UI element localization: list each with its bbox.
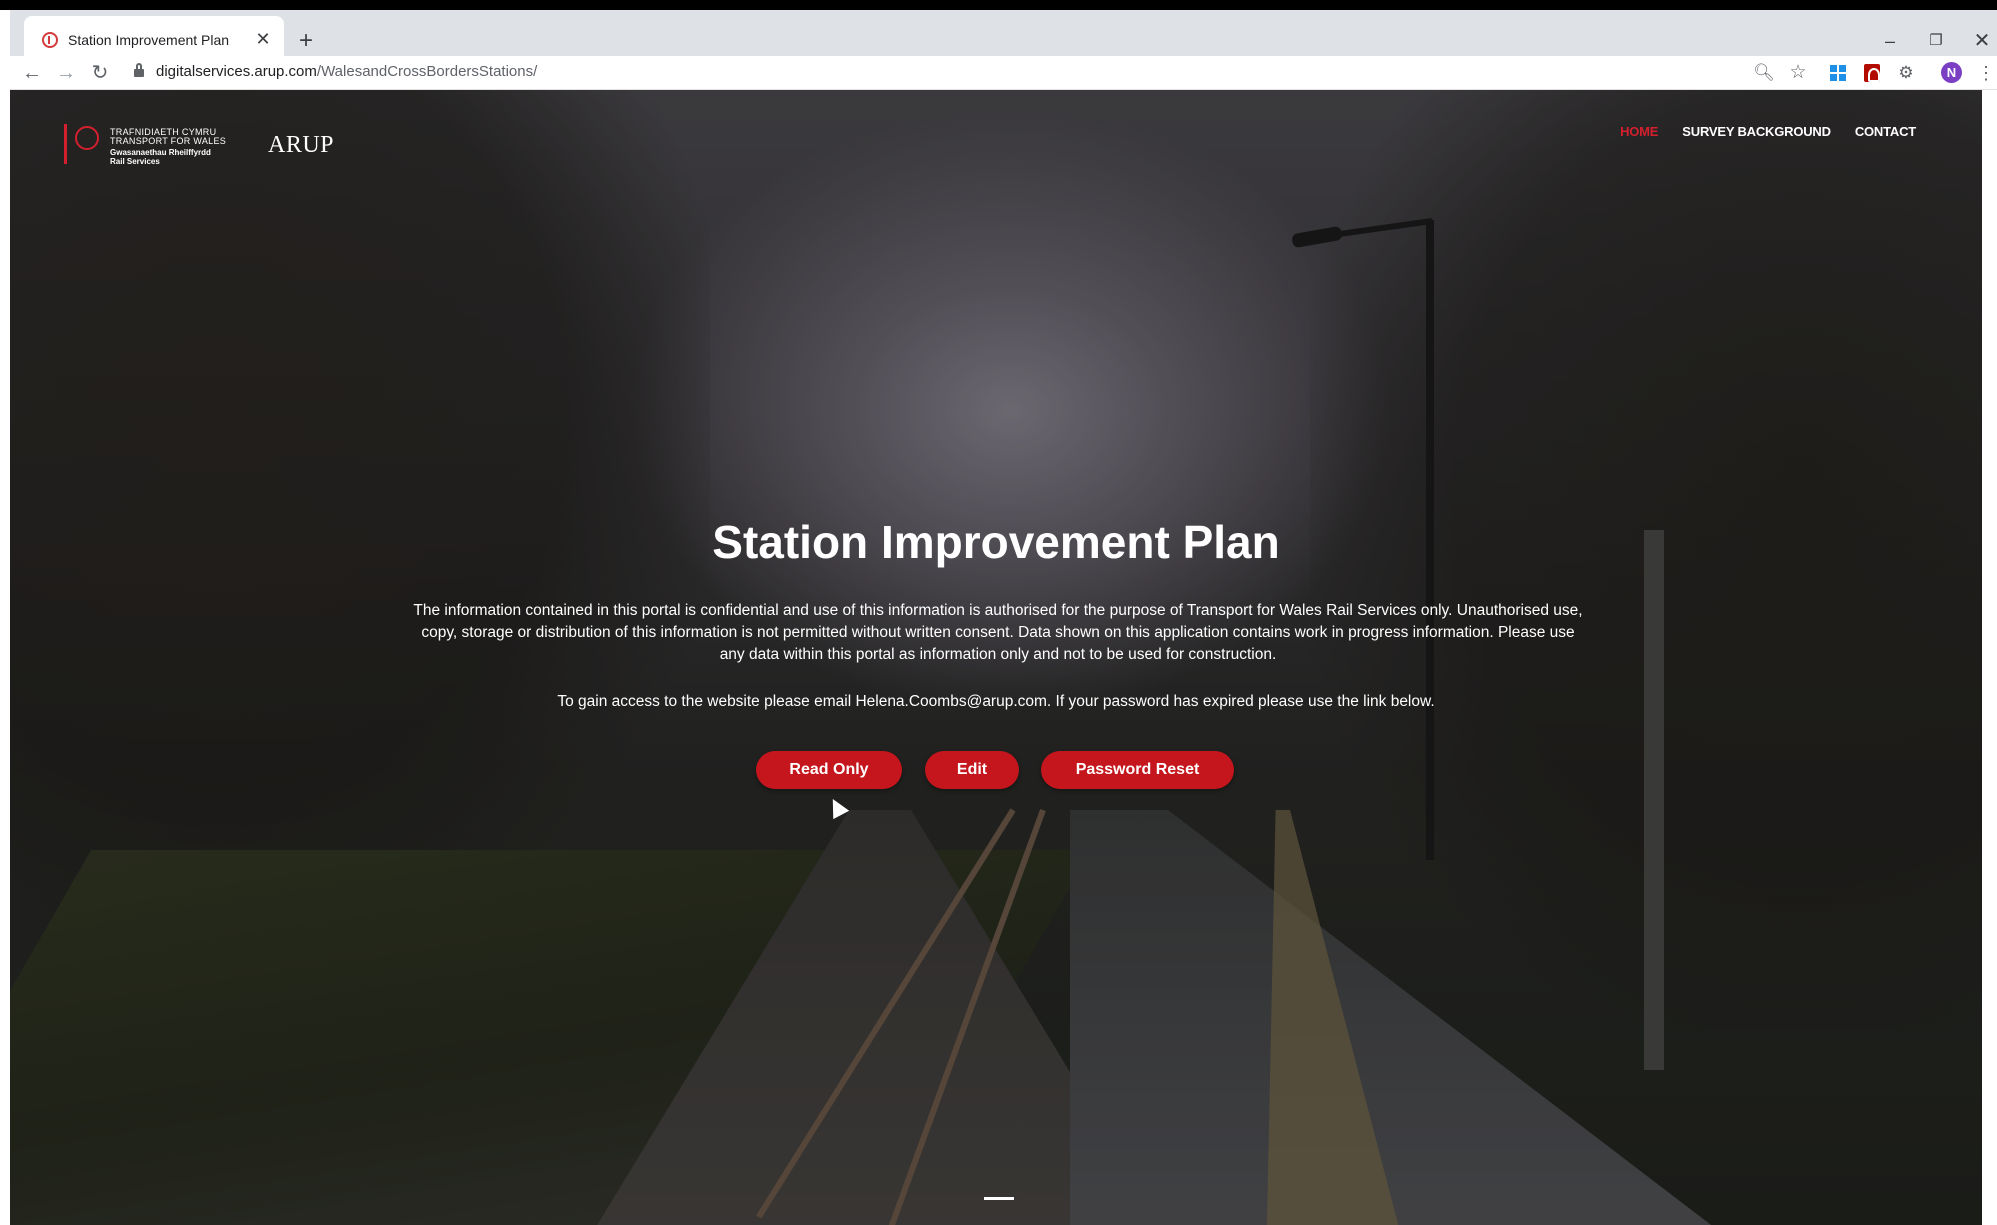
tfw-logo[interactable]: TRAFNIDIAETH CYMRU TRANSPORT FOR WALES G… <box>64 124 254 174</box>
tfw-favicon-icon <box>42 32 58 48</box>
main-nav: HOME SURVEY BACKGROUND CONTACT <box>1620 124 1916 139</box>
lock-icon[interactable] <box>134 63 144 79</box>
tfw-logo-line3: Gwasanaethau Rheilffyrdd <box>110 148 211 157</box>
tab-close-icon[interactable]: ✕ <box>252 28 274 50</box>
star-icon[interactable]: ☆ <box>1786 61 1810 85</box>
browser-toolbar: ← → ↻ digitalservices.arup.com/WalesandC… <box>10 56 1997 90</box>
window-restore-button[interactable]: ❐ <box>1916 26 1956 56</box>
address-bar[interactable]: digitalservices.arup.com/WalesandCrossBo… <box>156 63 537 80</box>
kebab-menu-icon[interactable]: ⋮ <box>1974 61 1997 85</box>
nav-contact[interactable]: CONTACT <box>1855 124 1916 139</box>
reload-icon[interactable]: ↻ <box>86 60 114 86</box>
tab-title: Station Improvement Plan <box>68 32 230 48</box>
tfw-logo-line2: TRANSPORT FOR WALES <box>110 136 227 146</box>
gear-extension-icon[interactable]: ⚙ <box>1894 61 1918 85</box>
password-reset-button[interactable]: Password Reset <box>1041 751 1234 789</box>
confidentiality-notice: The information contained in this portal… <box>413 602 1583 663</box>
windows-extension-icon[interactable] <box>1826 61 1850 85</box>
new-tab-button[interactable]: + <box>292 28 320 56</box>
url-path: /WalesandCrossBordersStations/ <box>316 63 538 80</box>
arup-logo[interactable]: ARUP <box>268 132 334 159</box>
pdf-extension-icon[interactable] <box>1860 61 1884 85</box>
window-minimize-button[interactable]: – <box>1870 26 1910 56</box>
tfw-logo-mark-icon <box>64 124 99 164</box>
window-close-button[interactable]: ✕ <box>1962 26 1997 56</box>
page-viewport: TRAFNIDIAETH CYMRU TRANSPORT FOR WALES G… <box>10 90 1982 1225</box>
screen-top-edge <box>0 0 1997 10</box>
access-instructions: To gain access to the website please ema… <box>557 693 1435 710</box>
url-host: digitalservices.arup.com <box>156 63 317 80</box>
zoom-icon[interactable]: 🔍︎ <box>1752 61 1776 85</box>
edit-button[interactable]: Edit <box>925 751 1019 789</box>
read-only-button[interactable]: Read Only <box>756 751 902 789</box>
back-arrow-icon[interactable]: ← <box>18 60 46 86</box>
forward-arrow-icon[interactable]: → <box>52 60 80 86</box>
tfw-logo-line4: Rail Services <box>110 157 160 166</box>
profile-avatar[interactable]: N <box>1941 62 1962 83</box>
nav-home[interactable]: HOME <box>1620 124 1658 139</box>
scroll-indicator[interactable] <box>984 1197 1014 1200</box>
nav-survey-background[interactable]: SURVEY BACKGROUND <box>1682 124 1831 139</box>
page-title: Station Improvement Plan <box>712 516 1280 568</box>
